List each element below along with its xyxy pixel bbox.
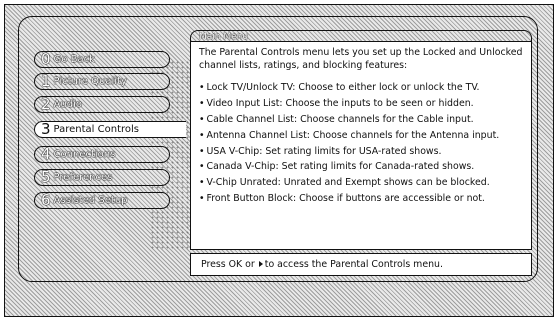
bullet-icon: • — [199, 161, 205, 173]
list-item: • Cable Channel List: Choose channels for… — [199, 113, 523, 126]
menu-item-number: 5 — [41, 168, 51, 186]
list-item-text: Antenna Channel List: Choose channels fo… — [206, 129, 500, 141]
help-prefix: Press OK or — [201, 259, 255, 270]
feature-list: • Lock TV/Unlock TV: Choose to either loc… — [199, 81, 523, 205]
bullet-icon: • — [199, 129, 205, 141]
menu-item-preferences[interactable]: 5 Preferences — [34, 169, 170, 186]
bullet-icon: • — [199, 113, 205, 125]
list-item-text: Canada V-Chip: Set rating limits for Can… — [206, 161, 475, 173]
content-panel: The Parental Controls menu lets you set … — [190, 42, 532, 250]
help-bar: Press OK or to access the Parental Contro… — [190, 253, 532, 276]
list-item-text: Cable Channel List: Choose channels for … — [206, 113, 474, 125]
menu-item-connections[interactable]: 4 Connections — [34, 146, 170, 163]
menu-item-label: Picture Quality — [53, 76, 127, 87]
list-item-text: Front Button Block: Choose if buttons ar… — [206, 193, 485, 205]
list-item: • Front Button Block: Choose if buttons a… — [199, 192, 523, 205]
list-item-text: Video Input List: Choose the inputs to b… — [206, 97, 474, 109]
menu-item-number: 3 — [41, 120, 51, 138]
menu-item-number: 1 — [41, 72, 51, 90]
list-item-text: Lock TV/Unlock TV: Choose to either lock… — [206, 82, 480, 93]
list-item-text: USA V-Chip: Set rating limits for USA-ra… — [206, 145, 442, 157]
menu-title: Main Menu — [190, 30, 532, 42]
menu-item-audio[interactable]: 2 Audio — [34, 96, 170, 113]
list-item-text: V-Chip Unrated: Unrated and Exempt shows… — [206, 177, 490, 189]
menu-item-assisted-setup[interactable]: 6 Assisted Setup — [34, 192, 170, 209]
menu-item-label: Audio — [53, 99, 82, 110]
list-item: • Lock TV/Unlock TV: Choose to either loc… — [199, 81, 523, 94]
intro-text: The Parental Controls menu lets you set … — [199, 47, 523, 71]
help-suffix: to access the Parental Controls menu. — [264, 259, 443, 270]
menu-item-go-back[interactable]: 0 Go Back — [34, 51, 170, 68]
bullet-icon: • — [199, 82, 205, 93]
menu-item-label: Preferences — [53, 172, 113, 183]
bullet-icon: • — [199, 193, 205, 205]
menu-item-number: 6 — [41, 191, 51, 209]
menu-item-parental-controls[interactable]: 3 Parental Controls — [34, 121, 186, 138]
right-arrow-icon — [258, 261, 263, 267]
menu-item-label: Assisted Setup — [53, 195, 128, 206]
bullet-icon: • — [199, 177, 205, 189]
menu-item-label: Connections — [53, 149, 116, 160]
menu-item-label: Parental Controls — [53, 124, 140, 135]
list-item: • USA V-Chip: Set rating limits for USA-r… — [199, 145, 523, 158]
bullet-icon: • — [199, 145, 205, 157]
menu-item-number: 0 — [41, 50, 51, 68]
list-item: • Antenna Channel List: Choose channels f… — [199, 129, 523, 142]
bullet-icon: • — [199, 97, 205, 109]
list-item: • Canada V-Chip: Set rating limits for Ca… — [199, 160, 523, 173]
menu-item-label: Go Back — [53, 54, 95, 65]
list-item: • V-Chip Unrated: Unrated and Exempt show… — [199, 176, 523, 189]
list-item: • Video Input List: Choose the inputs to … — [199, 97, 523, 110]
menu-item-number: 4 — [41, 145, 51, 163]
menu-item-picture-quality[interactable]: 1 Picture Quality — [34, 73, 170, 90]
menu-item-number: 2 — [41, 95, 51, 113]
